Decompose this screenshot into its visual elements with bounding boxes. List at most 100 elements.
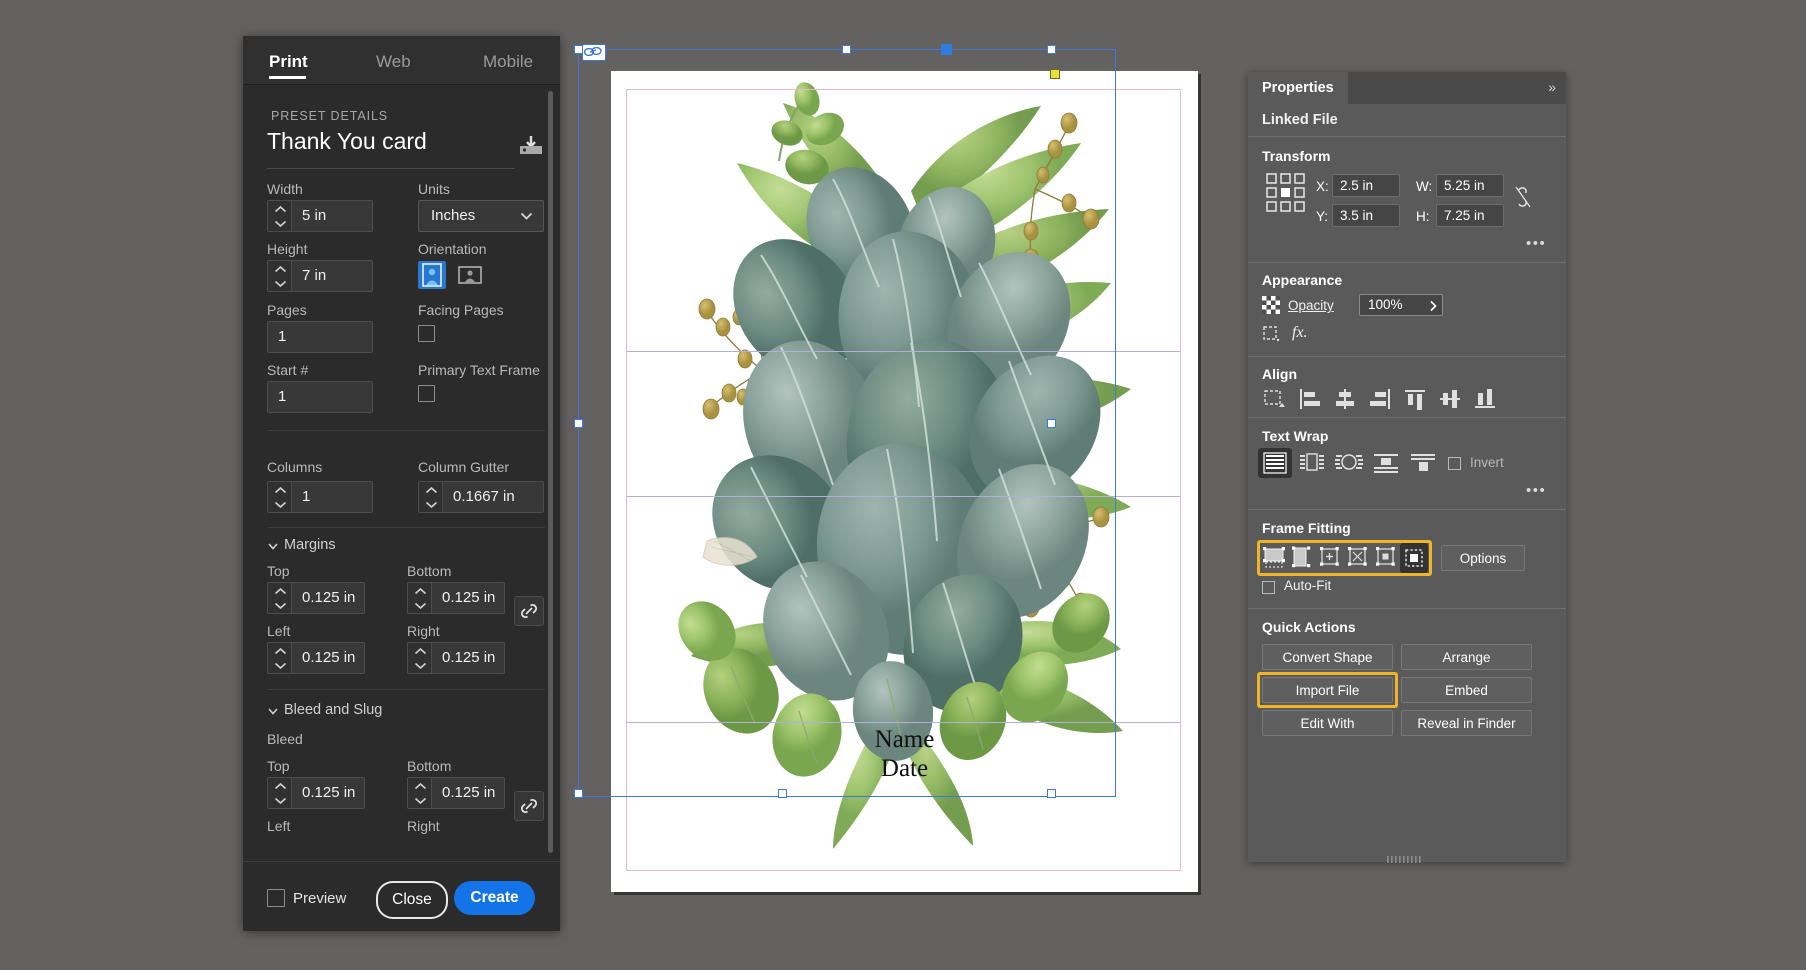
align-to-selection-icon[interactable] <box>1262 387 1288 416</box>
selection-handle-bottom-center[interactable] <box>778 789 787 798</box>
bleed-bottom-stepper[interactable] <box>407 777 432 809</box>
tab-properties[interactable]: Properties <box>1248 72 1348 104</box>
column-gutter-field[interactable]: 0.1667 in <box>418 481 544 513</box>
primary-text-frame-checkbox[interactable] <box>418 385 435 402</box>
align-bottom-edges-icon[interactable] <box>1472 387 1498 416</box>
fit-frame-to-content-icon[interactable] <box>1318 545 1342 576</box>
margin-top-stepper[interactable] <box>267 582 292 614</box>
no-text-wrap-icon[interactable] <box>1258 448 1292 478</box>
chevron-right-icon[interactable] <box>1429 300 1438 312</box>
units-select[interactable]: Inches <box>418 200 544 232</box>
tab-print[interactable]: Print <box>269 52 308 72</box>
opacity-field[interactable]: 100% <box>1359 294 1443 316</box>
margin-bottom-field[interactable]: 0.125 in <box>407 582 505 614</box>
align-top-edges-icon[interactable] <box>1402 387 1428 416</box>
width-stepper[interactable] <box>267 200 292 232</box>
reference-point-proxy-icon[interactable] <box>1265 172 1307 219</box>
height-field[interactable]: 7 in <box>267 260 373 292</box>
transform-h-field[interactable]: 7.25 in <box>1436 204 1504 227</box>
margins-section-label[interactable]: Margins <box>284 537 336 553</box>
margins-link-chain-icon[interactable] <box>514 596 544 626</box>
dialog-scrollbar[interactable] <box>548 91 553 853</box>
preview-checkbox[interactable] <box>267 889 285 907</box>
transform-more-options-icon[interactable]: ••• <box>1526 235 1546 252</box>
align-vertical-centers-icon[interactable] <box>1437 387 1463 416</box>
bleed-top-stepper[interactable] <box>267 777 292 809</box>
fill-frame-proportionally-icon[interactable] <box>1262 545 1286 576</box>
facing-pages-checkbox[interactable] <box>418 325 435 342</box>
margin-right-field[interactable]: 0.125 in <box>407 642 505 674</box>
width-field[interactable]: 5 in <box>267 200 373 232</box>
reveal-in-finder-button[interactable]: Reveal in Finder <box>1401 710 1532 736</box>
align-left-edges-icon[interactable] <box>1297 387 1323 416</box>
selection-handle-yellow-corner[interactable] <box>1050 69 1060 79</box>
constrain-proportions-broken-icon[interactable] <box>1512 184 1534 215</box>
margin-left-stepper[interactable] <box>267 642 292 674</box>
chevron-double-right-icon[interactable]: » <box>1548 79 1556 95</box>
convert-shape-button[interactable]: Convert Shape <box>1262 644 1393 670</box>
save-preset-icon[interactable] <box>518 135 544 157</box>
center-content-icon[interactable] <box>1374 545 1398 576</box>
margin-bottom-label: Bottom <box>407 563 452 579</box>
wrap-around-bounding-box-icon[interactable] <box>1295 448 1329 483</box>
margin-left-field[interactable]: 0.125 in <box>267 642 365 674</box>
fit-content-to-frame-icon[interactable] <box>1346 545 1370 576</box>
effects-frame-icon[interactable] <box>1262 325 1282 348</box>
transform-y-field[interactable]: 3.5 in <box>1332 204 1400 227</box>
tab-web[interactable]: Web <box>376 52 411 72</box>
landscape-orientation-icon[interactable] <box>456 261 484 289</box>
facing-pages-label: Facing Pages <box>418 302 504 318</box>
frame-fitting-options-button[interactable]: Options <box>1441 545 1525 571</box>
fx-icon[interactable]: fx. <box>1292 324 1308 342</box>
bleed-slug-twisty-icon[interactable] <box>267 705 279 717</box>
link-chain-icon[interactable] <box>582 44 606 61</box>
jump-to-next-column-icon[interactable] <box>1406 448 1440 483</box>
opacity-label[interactable]: Opacity <box>1288 298 1334 313</box>
selection-handle-middle-left[interactable] <box>574 419 583 428</box>
selection-handle-middle-right[interactable] <box>1047 419 1056 428</box>
import-file-button[interactable]: Import File <box>1262 677 1393 703</box>
columns-stepper[interactable] <box>267 481 292 513</box>
create-button[interactable]: Create <box>454 881 535 915</box>
tab-mobile[interactable]: Mobile <box>483 52 533 72</box>
transform-w-field[interactable]: 5.25 in <box>1436 174 1504 197</box>
margins-twisty-icon[interactable] <box>267 540 279 552</box>
bleed-bottom-field[interactable]: 0.125 in <box>407 777 505 809</box>
content-aware-fit-icon[interactable] <box>1400 543 1428 573</box>
selection-handle-top-center[interactable] <box>842 45 851 54</box>
bleed-slug-section-label[interactable]: Bleed and Slug <box>284 702 382 718</box>
margin-bottom-stepper[interactable] <box>407 582 432 614</box>
embed-button[interactable]: Embed <box>1401 677 1532 703</box>
margin-right-stepper[interactable] <box>407 642 432 674</box>
resize-grip-icon[interactable] <box>1387 850 1427 863</box>
selection-handle-top-right[interactable] <box>1047 45 1056 54</box>
margin-top-field[interactable]: 0.125 in <box>267 582 365 614</box>
transform-x-field[interactable]: 2.5 in <box>1332 174 1400 197</box>
start-number-field[interactable]: 1 <box>267 381 373 413</box>
pages-field[interactable]: 1 <box>267 321 373 353</box>
arrange-button[interactable]: Arrange <box>1401 644 1532 670</box>
wrap-around-object-shape-icon[interactable] <box>1332 448 1366 483</box>
edit-with-button[interactable]: Edit With <box>1262 710 1393 736</box>
selection-handle-top-right-active[interactable] <box>941 44 952 55</box>
preset-name[interactable]: Thank You card <box>267 128 427 155</box>
align-right-edges-icon[interactable] <box>1367 387 1393 416</box>
portrait-orientation-icon[interactable] <box>418 261 446 289</box>
fit-content-proportionally-icon[interactable] <box>1290 545 1314 576</box>
column-gutter-stepper[interactable] <box>418 481 443 513</box>
auto-fit-checkbox[interactable] <box>1262 581 1275 594</box>
transparency-checker-icon[interactable] <box>1262 296 1280 319</box>
invert-checkbox[interactable] <box>1448 457 1461 470</box>
jump-object-icon[interactable] <box>1369 448 1403 483</box>
text-wrap-more-options-icon[interactable]: ••• <box>1526 482 1546 499</box>
close-button[interactable]: Close <box>376 881 448 919</box>
selection-handle-bottom-left[interactable] <box>574 789 583 798</box>
columns-field[interactable]: 1 <box>267 481 373 513</box>
bleed-link-chain-icon[interactable] <box>514 791 544 821</box>
document-canvas: Name Date <box>574 44 1213 908</box>
selection-handle-bottom-right[interactable] <box>1047 789 1056 798</box>
preview-label[interactable]: Preview <box>293 890 346 907</box>
height-stepper[interactable] <box>267 260 292 292</box>
align-horizontal-centers-icon[interactable] <box>1332 387 1358 416</box>
bleed-top-field[interactable]: 0.125 in <box>267 777 365 809</box>
